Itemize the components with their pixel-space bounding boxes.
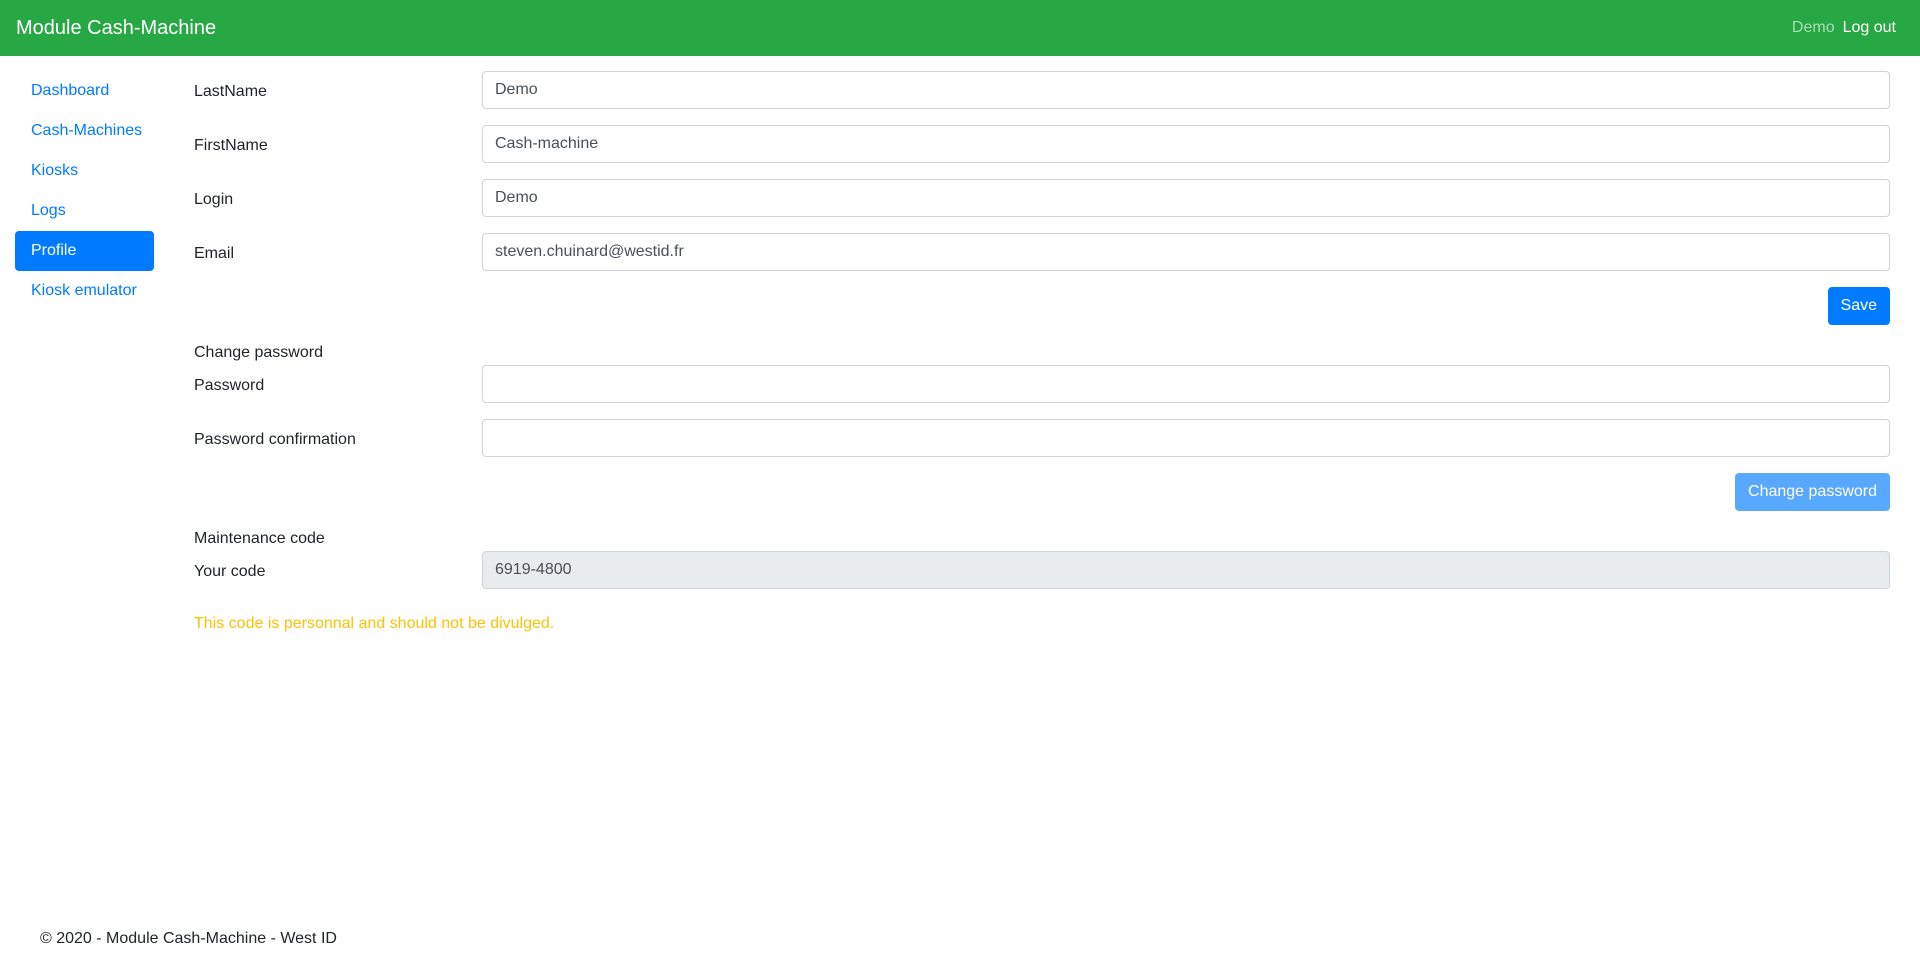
password-label: Password (194, 377, 265, 394)
save-button[interactable]: Save (1827, 287, 1890, 325)
sidebar-item-logs[interactable]: Logs (15, 191, 154, 231)
lastname-label: LastName (194, 83, 267, 100)
firstname-input[interactable] (482, 125, 1890, 163)
footer-text: © 2020 - Module Cash-Machine - West ID (40, 930, 337, 947)
sidebar-item-cash-machines[interactable]: Cash-Machines (15, 111, 154, 151)
maintenance-code-warning: This code is personnal and should not be… (194, 615, 555, 632)
password-confirmation-row: Password confirmation (194, 419, 1890, 473)
login-label: Login (194, 191, 234, 208)
email-row: Email (194, 233, 1890, 287)
maintenance-code-input (482, 551, 1890, 589)
profile-form: LastName FirstName Login Email Save Chan… (194, 71, 1890, 633)
maintenance-code-label: Your code (194, 563, 266, 580)
change-password-title: Change password (194, 344, 323, 361)
lastname-input[interactable] (482, 71, 1890, 109)
current-user: Demo (1791, 19, 1835, 36)
save-row: Save (194, 287, 1890, 341)
maintenance-code-row: Your code (194, 551, 1890, 605)
password-row: Password (194, 365, 1890, 419)
password-confirmation-label: Password confirmation (194, 431, 356, 448)
email-label: Email (194, 245, 235, 262)
sidebar: Dashboard Cash-Machines Kiosks Logs Prof… (15, 71, 154, 311)
firstname-row: FirstName (194, 125, 1890, 179)
change-password-button[interactable]: Change password (1735, 473, 1890, 511)
firstname-label: FirstName (194, 137, 268, 154)
logout-link[interactable]: Log out (1843, 19, 1896, 37)
navbar-user-area: Demo Log out (1792, 19, 1896, 37)
login-input[interactable] (482, 179, 1890, 217)
lastname-row: LastName (194, 71, 1890, 125)
top-navbar: Module Cash-Machine Demo Log out (0, 0, 1920, 56)
login-row: Login (194, 179, 1890, 233)
sidebar-item-kiosk-emulator[interactable]: Kiosk emulator (15, 271, 154, 311)
sidebar-item-profile[interactable]: Profile (15, 231, 154, 271)
app-brand[interactable]: Module Cash-Machine (16, 17, 216, 40)
maintenance-code-title: Maintenance code (194, 530, 325, 547)
change-password-row: Change password (194, 473, 1890, 527)
password-confirmation-input[interactable] (482, 419, 1890, 457)
email-input[interactable] (482, 233, 1890, 271)
sidebar-item-kiosks[interactable]: Kiosks (15, 151, 154, 191)
password-input[interactable] (482, 365, 1890, 403)
sidebar-item-dashboard[interactable]: Dashboard (15, 71, 154, 111)
